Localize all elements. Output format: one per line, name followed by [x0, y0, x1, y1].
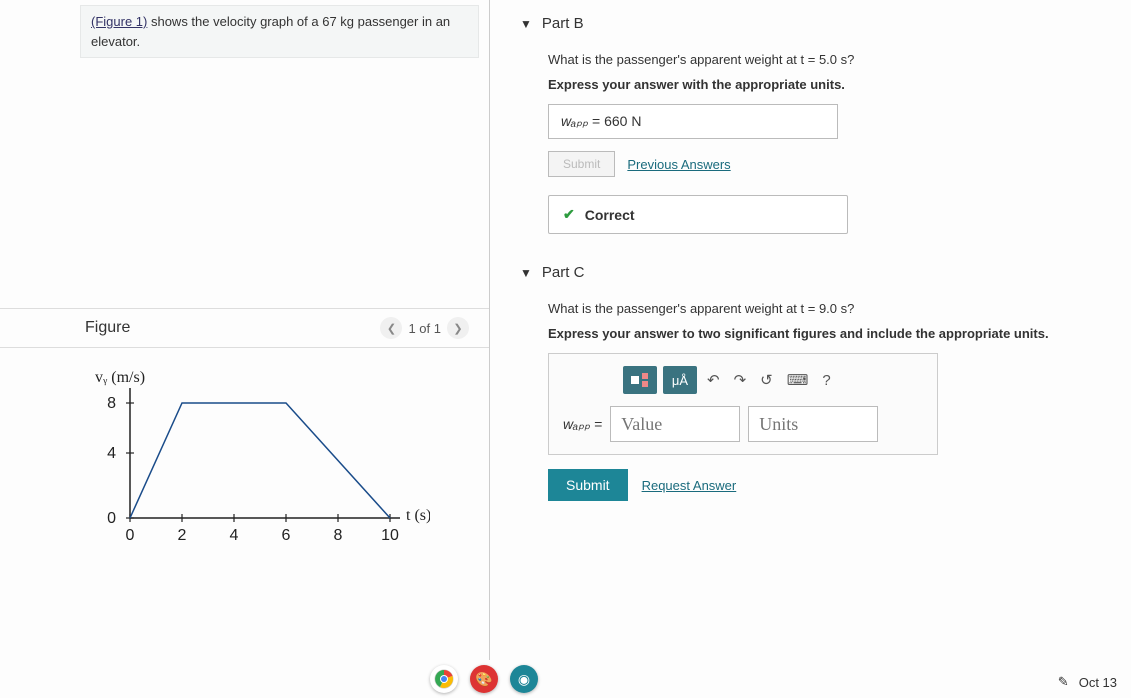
svg-text:4: 4: [107, 445, 116, 462]
clock-date: Oct 13: [1079, 675, 1117, 690]
svg-text:10: 10: [381, 527, 399, 544]
part-b-value: 660 N: [604, 113, 641, 129]
reset-icon[interactable]: ↺: [756, 371, 777, 389]
problem-statement: (Figure 1) shows the velocity graph of a…: [80, 5, 479, 58]
part-b-hint: Express your answer with the appropriate…: [548, 77, 1131, 92]
part-c: ▼ Part C What is the passenger's apparen…: [520, 264, 1131, 501]
chart-xlabel: t (s): [406, 507, 430, 524]
part-c-title: Part C: [542, 264, 585, 281]
part-b-submit-button: Submit: [548, 151, 615, 177]
part-c-toggle[interactable]: ▼: [520, 266, 532, 280]
pen-icon[interactable]: ✎: [1058, 674, 1069, 690]
help-button[interactable]: ?: [818, 372, 834, 389]
svg-text:0: 0: [107, 510, 116, 527]
part-b-var: wₐₚₚ: [561, 113, 588, 129]
figure-nav-count: 1 of 1: [408, 321, 441, 336]
template-tool-button[interactable]: [623, 366, 657, 394]
part-b: ▼ Part B What is the passenger's apparen…: [520, 15, 1131, 234]
chart-ylabel: vᵧ (m/s): [95, 369, 145, 386]
part-c-answer-panel: μÅ ↶ ↷ ↺ ⌨ ? wₐₚₚ =: [548, 353, 938, 455]
chart-line: [130, 403, 390, 518]
part-b-previous-answers-link[interactable]: Previous Answers: [627, 157, 730, 172]
svg-text:4: 4: [230, 527, 239, 544]
figure-next-button[interactable]: ❯: [447, 317, 469, 339]
svg-text:0: 0: [126, 527, 135, 544]
taskbar: 🎨 ◉: [0, 660, 1131, 698]
keyboard-icon[interactable]: ⌨: [783, 371, 813, 389]
app-icon-3[interactable]: ◉: [510, 665, 538, 693]
part-c-submit-button[interactable]: Submit: [548, 469, 628, 501]
part-c-question: What is the passenger's apparent weight …: [548, 301, 1131, 316]
figure-plot: vᵧ (m/s) 0 4 8 0 2 4: [0, 348, 489, 660]
part-b-correct-feedback: ✔ Correct: [548, 195, 848, 234]
svg-text:8: 8: [334, 527, 343, 544]
figure-title: Figure: [85, 319, 130, 337]
redo-icon[interactable]: ↷: [730, 371, 751, 389]
units-tool-button[interactable]: μÅ: [663, 366, 697, 394]
check-icon: ✔: [563, 206, 575, 223]
undo-icon[interactable]: ↶: [703, 371, 724, 389]
part-b-answer-display: wₐₚₚ = 660 N: [548, 104, 838, 139]
correct-label: Correct: [585, 207, 635, 223]
figure-prev-button[interactable]: ❮: [380, 317, 402, 339]
app-icon-2[interactable]: 🎨: [470, 665, 498, 693]
figure-link[interactable]: (Figure 1): [91, 14, 147, 29]
part-c-value-input[interactable]: [610, 406, 740, 442]
part-c-var-label: wₐₚₚ =: [563, 416, 602, 433]
svg-text:8: 8: [107, 395, 116, 412]
svg-text:2: 2: [178, 527, 187, 544]
svg-text:6: 6: [282, 527, 291, 544]
part-c-hint: Express your answer to two significant f…: [548, 326, 1131, 341]
part-c-units-input[interactable]: [748, 406, 878, 442]
chrome-icon[interactable]: [430, 665, 458, 693]
part-b-toggle[interactable]: ▼: [520, 17, 532, 31]
part-c-request-answer-link[interactable]: Request Answer: [642, 478, 737, 493]
part-b-question: What is the passenger's apparent weight …: [548, 52, 1131, 67]
part-b-title: Part B: [542, 15, 584, 32]
